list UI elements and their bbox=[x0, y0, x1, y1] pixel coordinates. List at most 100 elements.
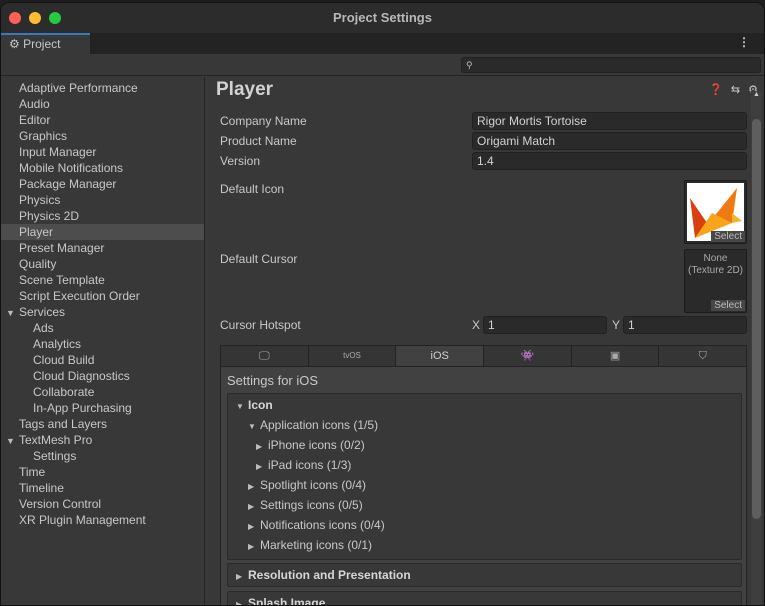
notifications-icons-foldout[interactable]: ▶ Notifications icons (0/4) bbox=[236, 515, 741, 535]
sidebar-item-label: Adaptive Performance bbox=[19, 81, 138, 95]
tab-standalone[interactable]: 🖵 bbox=[221, 346, 309, 366]
sidebar-item-label: In-App Purchasing bbox=[33, 401, 132, 415]
sidebar-item-preset-manager[interactable]: Preset Manager bbox=[1, 240, 204, 256]
select-icon-button[interactable]: Select bbox=[711, 231, 745, 242]
sidebar-item-label: Physics 2D bbox=[19, 209, 80, 223]
presets-icon[interactable]: ⇆ bbox=[731, 83, 740, 96]
sidebar-item-label: Package Manager bbox=[19, 177, 117, 191]
spotlight-icons-foldout[interactable]: ▶ Spotlight icons (0/4) bbox=[236, 475, 741, 495]
sidebar-item-label: Timeline bbox=[19, 481, 64, 495]
sidebar-item-timeline[interactable]: Timeline bbox=[1, 480, 204, 496]
sidebar-item-graphics[interactable]: Graphics bbox=[1, 128, 204, 144]
sidebar-item-label: Physics bbox=[19, 193, 61, 207]
window-title: Project Settings bbox=[333, 10, 432, 25]
sidebar-item-label: Scene Template bbox=[19, 273, 105, 287]
company-name-field[interactable]: Rigor Mortis Tortoise bbox=[472, 112, 747, 130]
product-name-label: Product Name bbox=[220, 134, 297, 148]
tab-ios[interactable]: iOS bbox=[396, 346, 485, 366]
sidebar-item-label: Script Execution Order bbox=[19, 289, 140, 303]
sidebar-item-label: Graphics bbox=[19, 129, 68, 143]
sidebar-item-physics-2d[interactable]: Physics 2D bbox=[1, 208, 204, 224]
android-icon: ▣ bbox=[609, 350, 621, 362]
gear-icon: ⚙ bbox=[9, 37, 20, 51]
sidebar-item-label: Time bbox=[19, 465, 46, 479]
expand-arrow-icon[interactable]: ▼ bbox=[6, 305, 19, 321]
default-cursor-label: Default Cursor bbox=[220, 252, 298, 266]
settings-icons-foldout[interactable]: ▶ Settings icons (0/5) bbox=[236, 495, 741, 515]
product-name-field[interactable]: Origami Match bbox=[472, 132, 747, 150]
hotspot-y-field[interactable]: 1 bbox=[623, 316, 747, 334]
scrollbar-thumb[interactable] bbox=[752, 119, 761, 519]
hotspot-x-label: X bbox=[472, 318, 481, 332]
help-icon[interactable]: ❓ bbox=[709, 83, 723, 96]
sidebar-item-label: Preset Manager bbox=[19, 241, 105, 255]
sidebar-item-editor[interactable]: Editor bbox=[1, 112, 204, 128]
sidebar-item-tags-and-layers[interactable]: Tags and Layers bbox=[1, 416, 204, 432]
sidebar-item-analytics[interactable]: Analytics bbox=[1, 336, 204, 352]
sidebar-item-quality[interactable]: Quality bbox=[1, 256, 204, 272]
sidebar-item-cloud-build[interactable]: Cloud Build bbox=[1, 352, 204, 368]
expand-arrow-icon[interactable]: ▼ bbox=[6, 433, 19, 449]
default-cursor-slot[interactable]: None (Texture 2D) Select bbox=[684, 249, 747, 313]
sidebar-item-label: Mobile Notifications bbox=[19, 161, 124, 175]
tab-tvos[interactable]: tvOS bbox=[309, 346, 397, 366]
sidebar-item-mobile-notifications[interactable]: Mobile Notifications bbox=[1, 160, 204, 176]
application-icons-foldout[interactable]: ▼ Application icons (1/5) bbox=[236, 415, 741, 435]
resolution-foldout[interactable]: ▶ Resolution and Presentation bbox=[227, 563, 742, 587]
sidebar-item-time[interactable]: Time bbox=[1, 464, 204, 480]
sidebar-item-label: Collaborate bbox=[33, 385, 95, 399]
sidebar-item-version-control[interactable]: Version Control bbox=[1, 496, 204, 512]
ipad-icons-foldout[interactable]: ▶ iPad icons (1/3) bbox=[236, 455, 741, 475]
sidebar-item-settings[interactable]: Settings bbox=[1, 448, 204, 464]
sidebar-item-package-manager[interactable]: Package Manager bbox=[1, 176, 204, 192]
tab-project-settings[interactable]: ⚙ Project Settings bbox=[1, 33, 90, 69]
tab-webgl-alien[interactable]: 👾 bbox=[484, 346, 572, 366]
vertical-scrollbar[interactable]: ▲ bbox=[751, 91, 762, 605]
sidebar-item-input-manager[interactable]: Input Manager bbox=[1, 144, 204, 160]
sidebar-item-collaborate[interactable]: Collaborate bbox=[1, 384, 204, 400]
more-options-icon[interactable]: ⋮ bbox=[738, 35, 750, 49]
sidebar-item-textmesh-pro[interactable]: ▼ TextMesh Pro bbox=[1, 432, 204, 448]
sidebar-item-label: Editor bbox=[19, 113, 51, 127]
search-input[interactable]: ⚲ bbox=[461, 57, 761, 73]
sidebar-item-script-execution-order[interactable]: Script Execution Order bbox=[1, 288, 204, 304]
sidebar-item-player[interactable]: Player bbox=[1, 224, 204, 240]
icon-foldout: ▼ Icon ▼ Application icons (1/5) ▶ iPhone i… bbox=[227, 393, 742, 560]
iphone-icons-foldout[interactable]: ▶ iPhone icons (0/2) bbox=[236, 435, 741, 455]
zoom-button[interactable] bbox=[49, 12, 61, 24]
splash-image-foldout[interactable]: ▶ Splash Image bbox=[227, 591, 742, 605]
ios-settings-panel: Settings for iOS ▼ Icon ▼ Application icon… bbox=[220, 367, 747, 605]
sidebar-item-ads[interactable]: Ads bbox=[1, 320, 204, 336]
sidebar-item-adaptive-performance[interactable]: Adaptive Performance bbox=[1, 80, 204, 96]
sidebar-item-physics[interactable]: Physics bbox=[1, 192, 204, 208]
sidebar-item-audio[interactable]: Audio bbox=[1, 96, 204, 112]
hotspot-y-label: Y bbox=[612, 318, 621, 332]
default-icon-slot[interactable]: Select bbox=[684, 180, 747, 244]
player-panel: Player ❓ ⇆ ⚙ Company Name Rigor Mortis T… bbox=[206, 77, 764, 605]
sidebar-item-services[interactable]: ▼ Services bbox=[1, 304, 204, 320]
version-field[interactable]: 1.4 bbox=[472, 152, 747, 170]
sidebar-item-label: Player bbox=[19, 225, 54, 239]
sidebar-item-xr-plugin-management[interactable]: XR Plugin Management bbox=[1, 512, 204, 528]
sidebar-item-in-app-purchasing[interactable]: In-App Purchasing bbox=[1, 400, 204, 416]
cursor-hotspot-label: Cursor Hotspot bbox=[220, 318, 301, 332]
tab-html5[interactable]: ⛉ bbox=[659, 346, 746, 366]
sidebar-item-label: TextMesh Pro bbox=[19, 433, 93, 447]
hotspot-x-field[interactable]: 1 bbox=[483, 316, 607, 334]
marketing-icons-foldout[interactable]: ▶ Marketing icons (0/1) bbox=[236, 535, 741, 555]
sidebar-item-scene-template[interactable]: Scene Template bbox=[1, 272, 204, 288]
alien-icon: 👾 bbox=[520, 350, 535, 362]
tab-android[interactable]: ▣ bbox=[572, 346, 660, 366]
minimize-button[interactable] bbox=[29, 12, 41, 24]
close-button[interactable] bbox=[9, 12, 21, 24]
settings-for-ios-heading: Settings for iOS bbox=[227, 373, 319, 388]
cursor-none-text: None bbox=[703, 253, 728, 264]
page-title: Player bbox=[216, 79, 274, 100]
sidebar-item-cloud-diagnostics[interactable]: Cloud Diagnostics bbox=[1, 368, 204, 384]
select-cursor-button[interactable]: Select bbox=[711, 300, 745, 311]
sidebar-item-label: Services bbox=[19, 305, 66, 319]
sidebar-item-label: Cloud Build bbox=[33, 353, 95, 367]
icon-section-header[interactable]: ▼ Icon bbox=[236, 395, 741, 415]
settings-sidebar: Adaptive Performance Audio Editor Graphics I… bbox=[1, 77, 205, 605]
sidebar-item-label: XR Plugin Management bbox=[19, 513, 146, 527]
